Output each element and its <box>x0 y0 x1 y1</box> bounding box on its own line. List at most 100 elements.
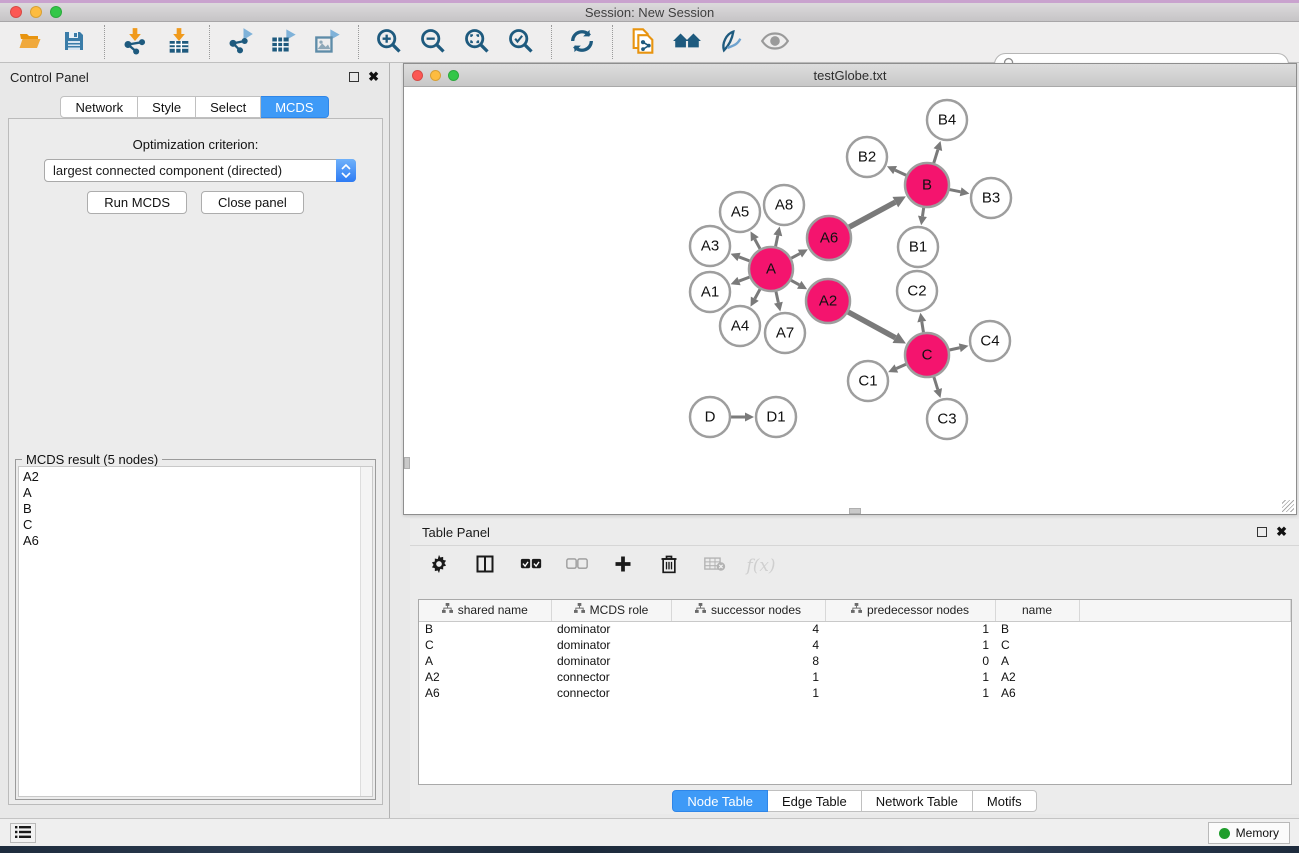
graph-edge[interactable] <box>949 348 959 350</box>
zoom-fit-button[interactable] <box>461 27 493 57</box>
table-cell[interactable]: connector <box>551 685 671 701</box>
graph-edge[interactable] <box>739 277 749 281</box>
add-column-button[interactable] <box>610 553 636 579</box>
unselect-all-button[interactable] <box>564 553 590 579</box>
delete-table-button[interactable] <box>702 553 728 579</box>
table-cell[interactable]: C <box>995 637 1079 653</box>
table-cell[interactable]: A6 <box>995 685 1079 701</box>
tab-style[interactable]: Style <box>138 96 196 118</box>
graph-edge[interactable] <box>896 364 906 368</box>
export-table-button[interactable] <box>268 27 300 57</box>
node-table[interactable]: shared nameMCDS rolesuccessor nodesprede… <box>418 599 1292 785</box>
mcds-result-scrollbar[interactable] <box>360 467 372 796</box>
table-row[interactable]: Bdominator41B <box>419 621 1291 637</box>
mcds-result-item[interactable]: C <box>23 517 372 533</box>
home-views-button[interactable] <box>671 27 703 57</box>
graph-edge[interactable] <box>934 377 938 389</box>
zoom-selected-button[interactable] <box>505 27 537 57</box>
graph-edge[interactable] <box>849 202 895 227</box>
run-mcds-button[interactable]: Run MCDS <box>87 191 187 214</box>
graph-edge[interactable] <box>739 257 749 261</box>
mcds-result-item[interactable]: A <box>23 485 372 501</box>
save-session-button[interactable] <box>58 27 90 57</box>
table-cell[interactable]: A6 <box>419 685 551 701</box>
left-edge-handle[interactable] <box>404 457 410 469</box>
network-window-titlebar[interactable]: testGlobe.txt <box>404 64 1296 87</box>
column-header[interactable]: name <box>995 600 1079 621</box>
table-cell[interactable]: C <box>419 637 551 653</box>
graph-edge[interactable] <box>848 312 895 338</box>
table-settings-button[interactable] <box>426 553 452 579</box>
select-all-button[interactable] <box>518 553 544 579</box>
refresh-button[interactable] <box>566 27 598 57</box>
graph-edge[interactable] <box>922 322 924 333</box>
table-cell[interactable]: A <box>995 653 1079 669</box>
table-cell[interactable]: A2 <box>995 669 1079 685</box>
table-cell[interactable]: 0 <box>825 653 995 669</box>
table-cell[interactable]: B <box>419 621 551 637</box>
table-cell[interactable]: 1 <box>825 669 995 685</box>
memory-button[interactable]: Memory <box>1208 822 1290 844</box>
mcds-result-item[interactable]: A6 <box>23 533 372 549</box>
float-table-panel-icon[interactable] <box>1257 527 1267 537</box>
table-cell[interactable]: 1 <box>825 621 995 637</box>
copy-network-button[interactable] <box>627 27 659 57</box>
table-cell[interactable]: 4 <box>671 637 825 653</box>
tab-network[interactable]: Network <box>60 96 138 118</box>
annotation-pen-button[interactable] <box>715 27 747 57</box>
table-cell[interactable]: 1 <box>825 685 995 701</box>
graph-edge[interactable] <box>755 289 760 299</box>
column-header[interactable]: MCDS role <box>551 600 671 621</box>
bottom-edge-handle[interactable] <box>849 508 861 514</box>
export-image-button[interactable] <box>312 27 344 57</box>
eye-button[interactable] <box>759 27 791 57</box>
zoom-in-button[interactable] <box>373 27 405 57</box>
mcds-result-item[interactable]: B <box>23 501 372 517</box>
table-cell[interactable]: dominator <box>551 653 671 669</box>
table-cell[interactable]: 1 <box>671 669 825 685</box>
close-panel-button[interactable]: Close panel <box>201 191 304 214</box>
table-cell[interactable]: A <box>419 653 551 669</box>
column-layout-button[interactable] <box>472 553 498 579</box>
graph-edge[interactable] <box>934 150 938 163</box>
import-table-button[interactable] <box>163 27 195 57</box>
graph-edge[interactable] <box>755 239 760 249</box>
table-cell[interactable]: dominator <box>551 637 671 653</box>
table-row[interactable]: Adominator80A <box>419 653 1291 669</box>
tab-node-table[interactable]: Node Table <box>672 790 768 812</box>
column-header[interactable]: shared name <box>419 600 551 621</box>
zoom-out-button[interactable] <box>417 27 449 57</box>
tab-network-table[interactable]: Network Table <box>862 790 973 812</box>
column-header[interactable]: predecessor nodes <box>825 600 995 621</box>
column-header[interactable]: successor nodes <box>671 600 825 621</box>
tab-select[interactable]: Select <box>196 96 261 118</box>
table-cell[interactable]: 1 <box>825 637 995 653</box>
tab-mcds[interactable]: MCDS <box>261 96 328 118</box>
table-cell[interactable]: A2 <box>419 669 551 685</box>
criterion-dropdown[interactable]: largest connected component (directed) <box>44 159 356 182</box>
table-cell[interactable]: dominator <box>551 621 671 637</box>
export-network-button[interactable] <box>224 27 256 57</box>
table-row[interactable]: Cdominator41C <box>419 637 1291 653</box>
function-builder-button[interactable]: f(x) <box>748 553 774 579</box>
graph-edge[interactable] <box>950 190 961 192</box>
import-network-button[interactable] <box>119 27 151 57</box>
task-history-button[interactable] <box>10 823 36 843</box>
graph-edge[interactable] <box>922 208 923 217</box>
table-row[interactable]: A6connector11A6 <box>419 685 1291 701</box>
table-cell[interactable]: 8 <box>671 653 825 669</box>
tab-edge-table[interactable]: Edge Table <box>768 790 862 812</box>
open-session-button[interactable] <box>14 27 46 57</box>
table-cell[interactable]: B <box>995 621 1079 637</box>
table-cell[interactable]: 1 <box>671 685 825 701</box>
resize-grip[interactable] <box>1282 500 1294 512</box>
graph-edge[interactable] <box>776 235 778 246</box>
graph-edge[interactable] <box>791 254 800 259</box>
graph-edge[interactable] <box>895 170 906 175</box>
table-cell[interactable]: connector <box>551 669 671 685</box>
close-table-panel-icon[interactable]: ✖ <box>1276 527 1287 537</box>
graph-edge[interactable] <box>791 280 799 285</box>
table-cell[interactable]: 4 <box>671 621 825 637</box>
float-panel-icon[interactable] <box>349 72 359 82</box>
delete-column-button[interactable] <box>656 553 682 579</box>
